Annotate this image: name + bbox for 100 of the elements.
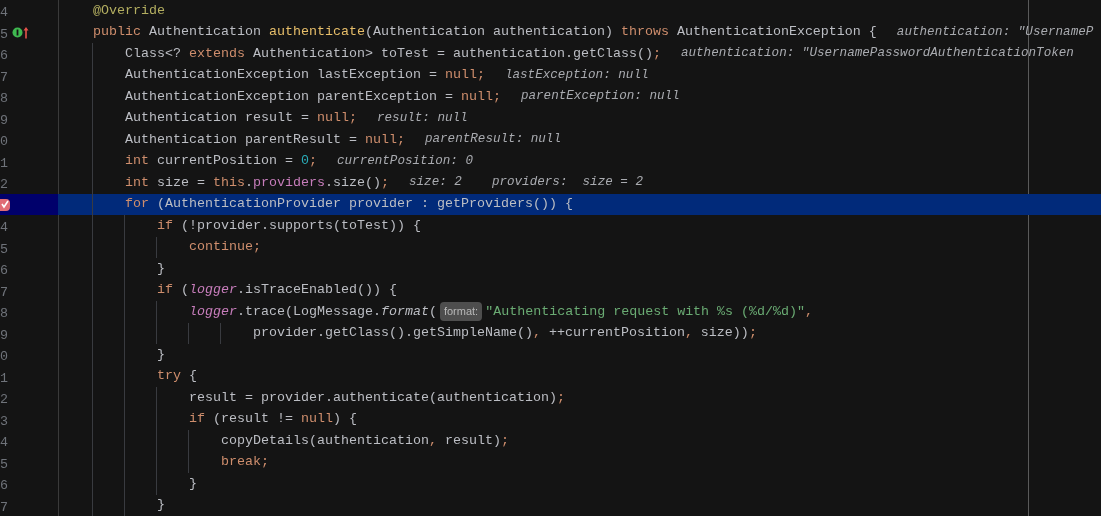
code-token: authenticate	[268, 23, 365, 42]
code-token: .size()	[324, 173, 381, 192]
parameter-hint: format:	[439, 302, 483, 321]
code-token: logger	[187, 302, 237, 321]
line-number: 2	[0, 391, 8, 409]
code-token: "Authenticating request with %s (%d/%d)"	[485, 302, 806, 321]
line-number: 7	[0, 68, 8, 87]
code-token: throws	[620, 23, 669, 42]
code-token: try	[155, 367, 181, 386]
code-token: ;	[748, 324, 757, 343]
code-token: Class<?	[124, 44, 182, 63]
line-number: 8	[0, 90, 8, 108]
code-token: }	[155, 259, 165, 278]
code-token: size))	[699, 324, 749, 343]
code-token: ;	[500, 431, 509, 450]
inline-value-hint: authentication: "UsernamePasswordAuthenticationToken	[680, 45, 1074, 63]
line-number: 6	[0, 477, 8, 495]
code-token: continue;	[187, 238, 261, 257]
code-token: int	[124, 152, 149, 171]
code-token: if	[155, 216, 173, 235]
code-token: null;	[364, 130, 405, 149]
code-token: if	[187, 410, 205, 429]
code-token: ;	[380, 173, 389, 192]
line-number: 7	[0, 498, 8, 516]
code-token: .	[245, 173, 253, 192]
code-token: logger	[189, 281, 237, 300]
inline-value-hint: parentException: null	[520, 88, 680, 106]
code-token: ,	[428, 431, 437, 450]
breakpoint-icon[interactable]	[0, 198, 10, 211]
code-token: .isTraceEnabled()) {	[237, 281, 397, 300]
code-token: result = provider.authenticate(authentication)	[187, 388, 557, 407]
line-number: 1	[0, 154, 8, 173]
code-token: result)	[443, 431, 501, 450]
code-token: Authentication result =	[124, 109, 310, 128]
line-number: 4	[0, 434, 8, 452]
code-token: for	[124, 195, 149, 214]
code-token: provider.getClass().getSimpleName()	[251, 324, 533, 343]
code-token: Authentication parentResult =	[124, 130, 358, 149]
code-token: extends	[189, 44, 245, 63]
line-number: 4	[0, 219, 8, 237]
code-token: null;	[460, 87, 501, 106]
code-token: (AuthenticationProvider provider : getProviders()) {	[155, 195, 573, 214]
code-token: ;	[652, 44, 661, 63]
code-token: null;	[444, 66, 485, 85]
code-token: if	[155, 281, 173, 300]
line-number: 3	[0, 412, 8, 431]
code-token: ) {	[332, 410, 357, 429]
code-token: (	[428, 302, 437, 321]
code-token: Authentication> toTest = authentication.getClass()	[251, 44, 653, 63]
inline-value-hint: authentication: "UsernameP	[896, 23, 1094, 41]
code-token: (!provider.supports(toTest)) {	[179, 216, 421, 235]
line-number: 1	[0, 369, 8, 388]
code-token: (Authentication authentication)	[364, 23, 614, 42]
line-number: 9	[0, 326, 8, 345]
code-token: format	[380, 302, 429, 321]
line-number: 5	[0, 240, 8, 259]
line-number: 2	[0, 176, 8, 194]
code-token: ,	[805, 302, 814, 321]
code-token: AuthenticationException lastException =	[124, 66, 438, 85]
line-number: 5	[0, 455, 8, 474]
line-number: 5	[0, 25, 8, 44]
line-number: 0	[0, 348, 8, 366]
inline-value-hint: parentResult: null	[424, 131, 561, 149]
code-token: (result !=	[211, 410, 294, 429]
code-token: copyDetails(authentication	[219, 431, 429, 450]
code-token: @Override	[92, 1, 165, 20]
code-token: (	[179, 281, 189, 300]
code-token: 0	[300, 152, 309, 171]
code-token: currentPosition =	[155, 152, 294, 171]
code-token: .trace(LogMessage.	[236, 302, 381, 321]
code-token: AuthenticationException {	[675, 23, 877, 42]
line-number: 7	[0, 283, 8, 302]
code-token: AuthenticationException parentException =	[124, 87, 454, 106]
code-token: providers	[253, 173, 325, 192]
line-number: 9	[0, 111, 8, 130]
implements-icon[interactable]	[12, 26, 23, 38]
code-token: Authentication	[147, 23, 262, 42]
code-token: }	[187, 474, 197, 493]
code-token: ;	[556, 388, 565, 407]
line-number: 6	[0, 262, 8, 280]
code-token: public	[92, 23, 141, 42]
inline-value-hint: currentPosition: 0	[336, 152, 473, 170]
line-number: 6	[0, 47, 8, 65]
code-token: ;	[308, 152, 317, 171]
inline-value-hint: result: null	[376, 109, 468, 127]
code-token: ,	[684, 324, 693, 343]
code-token: }	[155, 345, 165, 364]
code-token: }	[155, 496, 165, 515]
line-number: 4	[0, 4, 8, 22]
code-token: break;	[219, 453, 269, 472]
code-token: size =	[155, 173, 206, 192]
inline-value-hint: lastException: null	[504, 66, 649, 84]
code-token: {	[187, 367, 197, 386]
code-token: null	[300, 410, 333, 429]
code-token: null;	[316, 109, 357, 128]
code-token: int	[124, 173, 149, 192]
code-token: ++currentPosition	[547, 324, 685, 343]
code-token: this	[213, 173, 245, 192]
line-number: 8	[0, 305, 8, 323]
up-arrow-icon[interactable]	[23, 25, 29, 39]
